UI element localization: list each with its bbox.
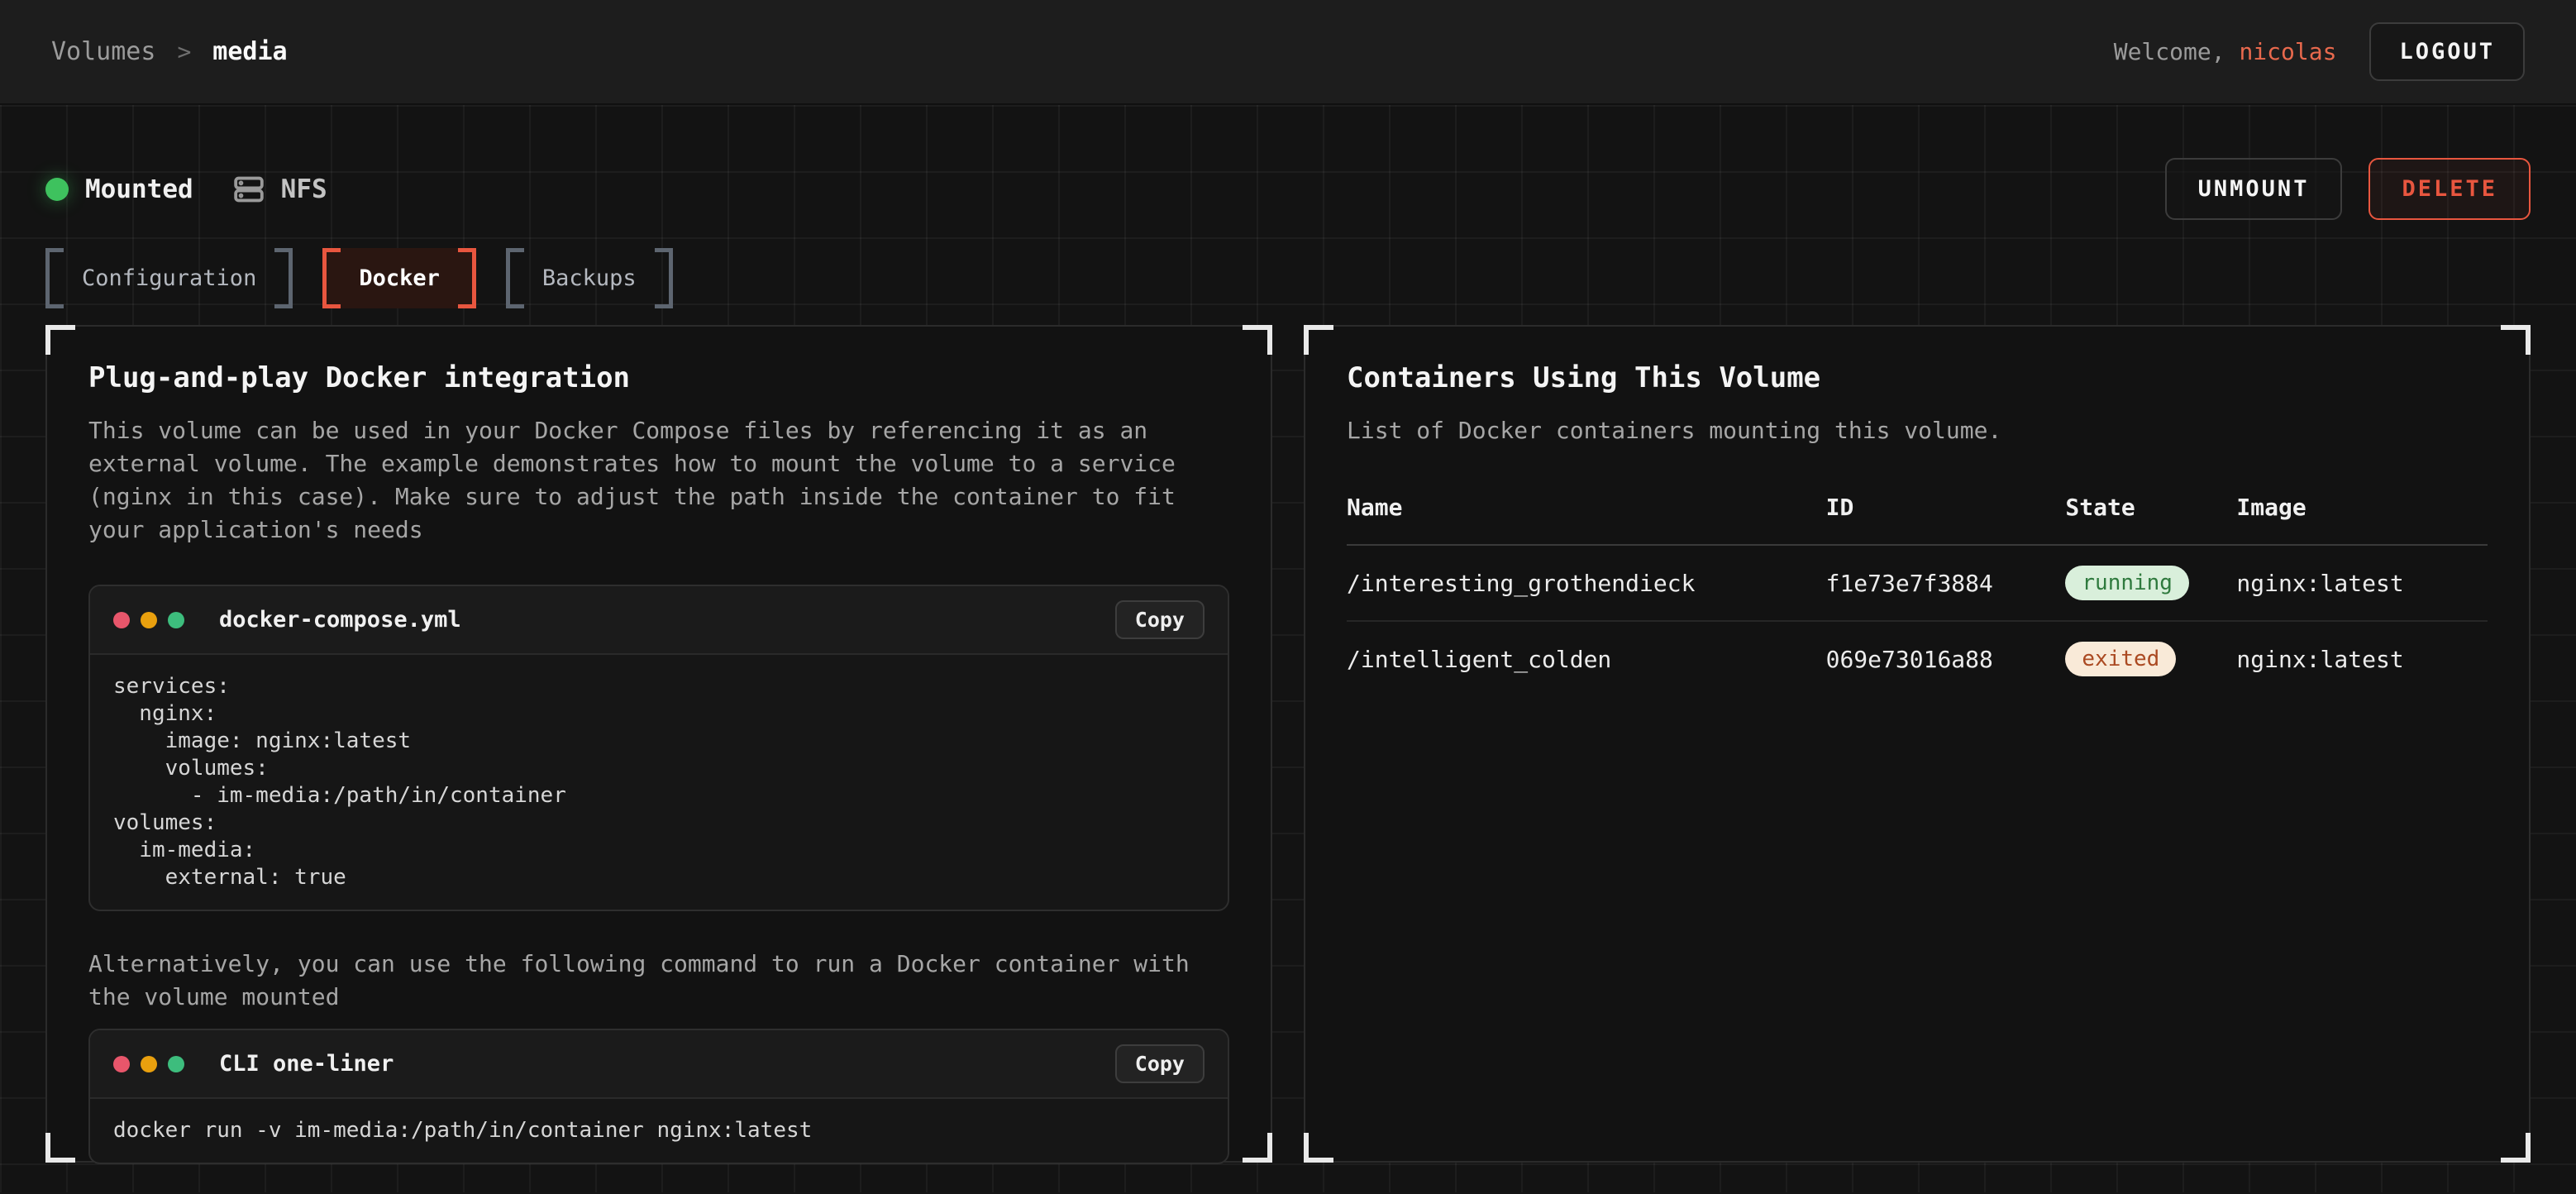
chevron-right-icon: >	[177, 38, 191, 65]
welcome-message: Welcome, nicolas	[2114, 38, 2337, 65]
container-id: f1e73e7f3884	[1826, 545, 2066, 621]
container-image: nginx:latest	[2236, 621, 2488, 696]
panel-corner-bracket	[1243, 1133, 1272, 1163]
column-header-state: State	[2065, 494, 2236, 545]
containers-panel: Containers Using This Volume List of Doc…	[1304, 325, 2531, 1163]
containers-panel-subtitle: List of Docker containers mounting this …	[1347, 414, 2488, 447]
cli-code-block: CLI one-liner Copy docker run -v im-medi…	[88, 1029, 1229, 1164]
docker-integration-panel: Plug-and-play Docker integration This vo…	[45, 325, 1272, 1163]
cli-block-title: CLI one-liner	[219, 1051, 394, 1077]
panels-container: Plug-and-play Docker integration This vo…	[45, 325, 2531, 1163]
window-dot-red-icon	[113, 1056, 130, 1072]
unmount-button[interactable]: UNMOUNT	[2165, 158, 2343, 220]
panel-corner-bracket	[45, 1133, 75, 1163]
panel-corner-bracket	[1243, 325, 1272, 355]
cli-copy-button[interactable]: Copy	[1115, 1044, 1205, 1083]
window-dot-green-icon	[168, 1056, 184, 1072]
welcome-prefix: Welcome,	[2114, 38, 2240, 65]
mounted-status-dot-icon	[45, 178, 69, 201]
status-badge: exited	[2065, 642, 2176, 676]
tab-docker[interactable]: Docker	[322, 248, 476, 308]
tab-configuration[interactable]: Configuration	[45, 248, 293, 308]
compose-code-block: docker-compose.yml Copy services: nginx:…	[88, 585, 1229, 911]
server-icon	[233, 174, 265, 205]
top-header: Volumes > media Welcome, nicolas LOGOUT	[0, 0, 2576, 105]
status-indicators: Mounted NFS	[45, 174, 327, 205]
tab-bar: Configuration Docker Backups	[45, 248, 2531, 308]
cli-code-body: docker run -v im-media:/path/in/containe…	[90, 1099, 1228, 1163]
breadcrumb-current-volume: media	[212, 37, 287, 66]
docker-panel-title: Plug-and-play Docker integration	[88, 361, 1229, 394]
window-dot-amber-icon	[141, 1056, 157, 1072]
cli-code-header: CLI one-liner Copy	[90, 1030, 1228, 1099]
volume-actions: UNMOUNT DELETE	[2165, 158, 2531, 220]
main-content: Mounted NFS UNMOUNT DELETE Configuration…	[0, 105, 2576, 1192]
compose-code-header: docker-compose.yml Copy	[90, 586, 1228, 655]
window-dots	[113, 1056, 184, 1072]
column-header-image: Image	[2236, 494, 2488, 545]
panel-corner-bracket	[1304, 1133, 1333, 1163]
driver-indicator: NFS	[233, 174, 327, 205]
window-dot-red-icon	[113, 612, 130, 628]
column-header-name: Name	[1347, 494, 1826, 545]
docker-panel-description: This volume can be used in your Docker C…	[88, 414, 1229, 547]
compose-filename: docker-compose.yml	[219, 607, 461, 633]
status-badge: running	[2065, 566, 2189, 600]
logout-button[interactable]: LOGOUT	[2369, 22, 2525, 81]
compose-code-body: services: nginx: image: nginx:latest vol…	[90, 655, 1228, 910]
table-row: /interesting_grothendieck f1e73e7f3884 r…	[1347, 545, 2488, 621]
delete-button[interactable]: DELETE	[2368, 158, 2531, 220]
table-row: /intelligent_colden 069e73016a88 exited …	[1347, 621, 2488, 696]
driver-label: NFS	[281, 174, 327, 204]
window-dot-amber-icon	[141, 612, 157, 628]
header-right: Welcome, nicolas LOGOUT	[2114, 22, 2525, 81]
panel-corner-bracket	[1304, 325, 1333, 355]
panel-corner-bracket	[45, 325, 75, 355]
container-name: /intelligent_colden	[1347, 621, 1826, 696]
panel-corner-bracket	[2501, 1133, 2531, 1163]
container-id: 069e73016a88	[1826, 621, 2066, 696]
compose-code-text: services: nginx: image: nginx:latest vol…	[113, 673, 1205, 891]
cli-code-text: docker run -v im-media:/path/in/containe…	[113, 1117, 1205, 1144]
column-header-id: ID	[1826, 494, 2066, 545]
compose-copy-button[interactable]: Copy	[1115, 600, 1205, 639]
breadcrumb-volumes-link[interactable]: Volumes	[51, 37, 155, 66]
cli-intro-text: Alternatively, you can use the following…	[88, 948, 1229, 1014]
breadcrumb: Volumes > media	[51, 37, 288, 66]
tab-backups[interactable]: Backups	[506, 248, 673, 308]
mount-status: Mounted	[45, 174, 193, 204]
container-name: /interesting_grothendieck	[1347, 545, 1826, 621]
window-dot-green-icon	[168, 612, 184, 628]
panel-corner-bracket	[2501, 325, 2531, 355]
containers-panel-title: Containers Using This Volume	[1347, 361, 2488, 394]
username: nicolas	[2239, 38, 2336, 65]
container-image: nginx:latest	[2236, 545, 2488, 621]
volume-status-row: Mounted NFS UNMOUNT DELETE	[45, 105, 2531, 220]
window-dots	[113, 612, 184, 628]
containers-table: Name ID State Image /interesting_grothen…	[1347, 494, 2488, 696]
mount-status-label: Mounted	[85, 174, 193, 204]
containers-table-header-row: Name ID State Image	[1347, 494, 2488, 545]
